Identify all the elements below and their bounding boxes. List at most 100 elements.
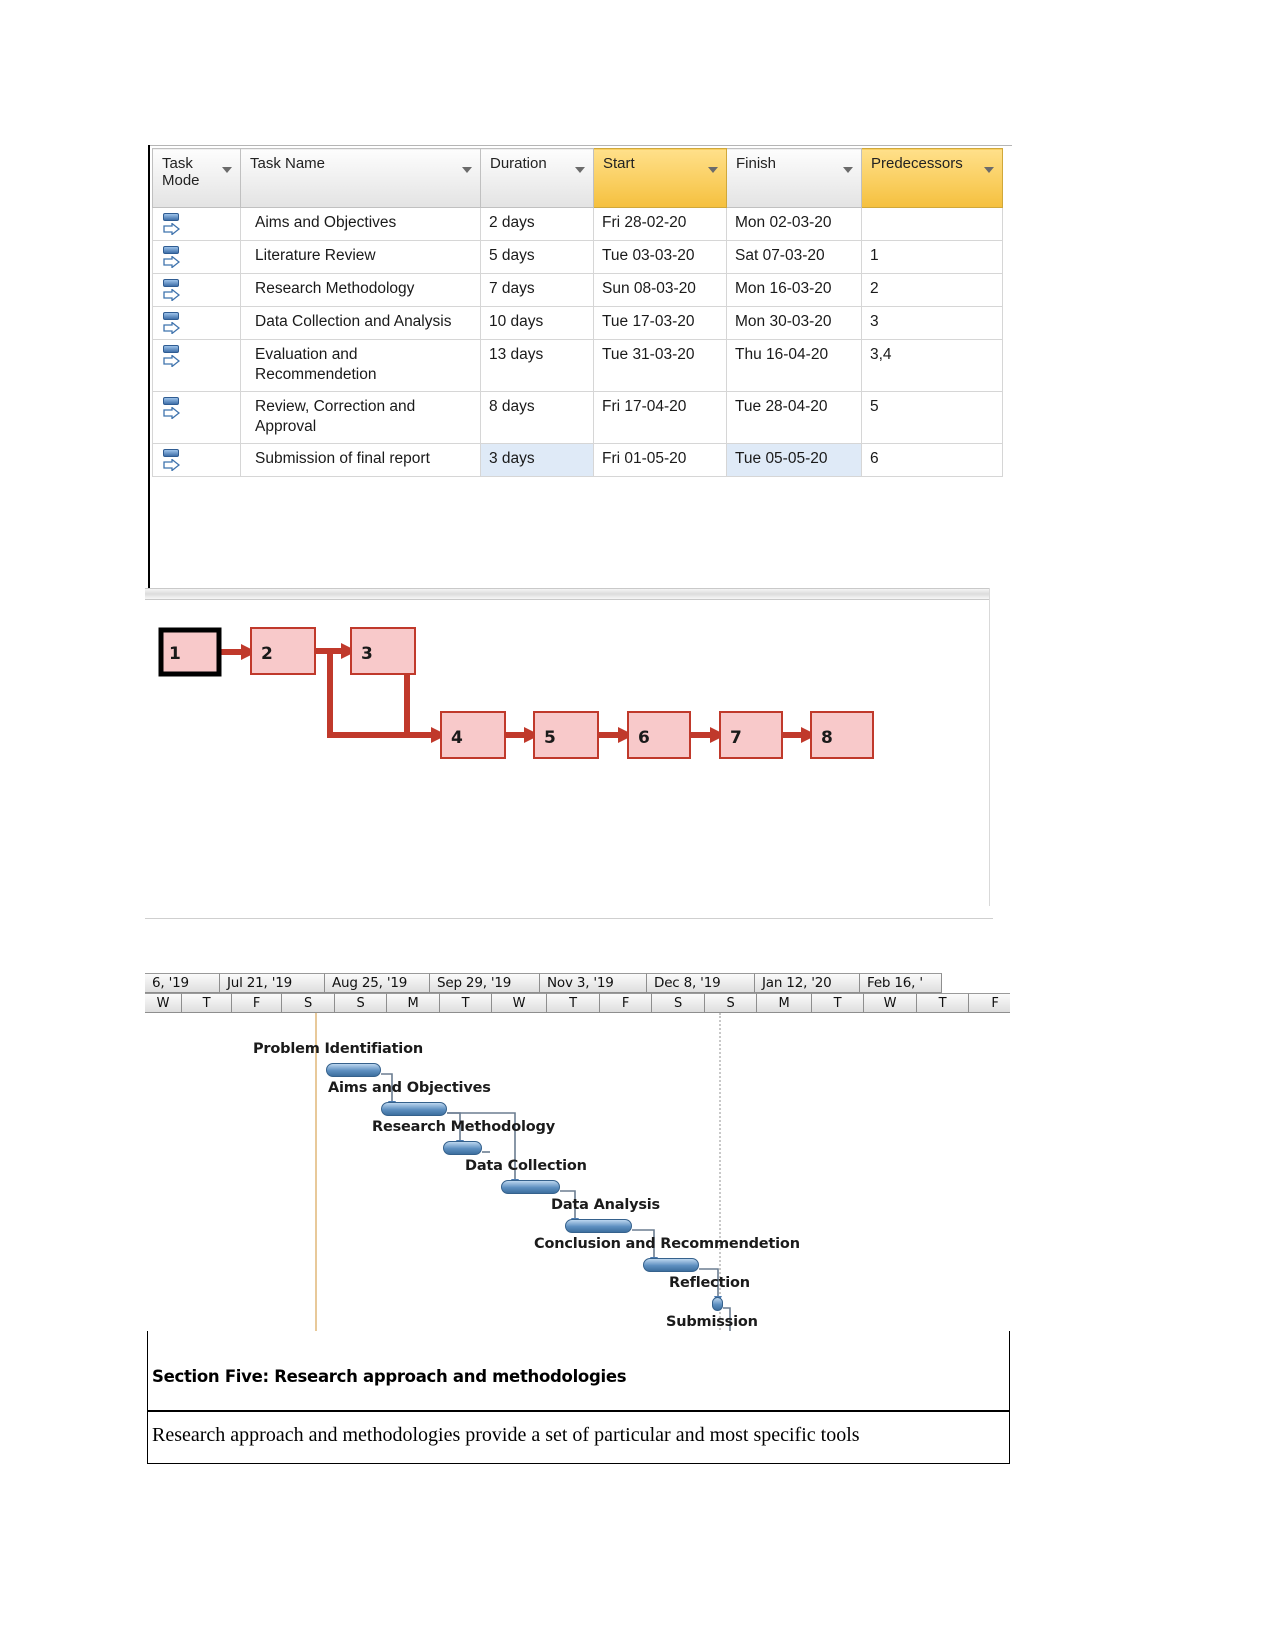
column-header-start[interactable]: Start <box>593 148 727 208</box>
task-mode-cell[interactable] <box>152 240 241 274</box>
column-header-label: Task Name <box>250 155 326 172</box>
chevron-down-icon[interactable] <box>843 167 853 173</box>
predecessors-cell[interactable]: 6 <box>861 442 1003 477</box>
finish-cell[interactable]: Tue 28-04-20 <box>726 390 862 444</box>
timeline-minor-cell: F <box>600 993 652 1013</box>
start-cell[interactable]: Tue 31-03-20 <box>593 339 727 392</box>
timeline-major-cell: Feb 16, ' <box>860 973 942 993</box>
table-row[interactable]: Aims and Objectives 2 days Fri 28-02-20 … <box>152 207 1003 241</box>
duration-cell[interactable]: 13 days <box>480 339 594 392</box>
table-row[interactable]: Literature Review 5 days Tue 03-03-20 Sa… <box>152 240 1003 274</box>
start-cell[interactable]: Fri 01-05-20 <box>593 442 727 477</box>
task-name-cell[interactable]: Research Methodology <box>240 273 481 307</box>
predecessors-cell[interactable]: 3 <box>861 306 1003 340</box>
node-label: 8 <box>821 728 833 748</box>
column-header-predecessors[interactable]: Predecessors <box>861 148 1003 208</box>
timeline-minor-cell: S <box>652 993 705 1013</box>
column-header-finish[interactable]: Finish <box>726 148 862 208</box>
start-cell[interactable]: Tue 17-03-20 <box>593 306 727 340</box>
node-label: 3 <box>361 644 373 664</box>
gantt-task-bar[interactable] <box>712 1297 723 1311</box>
chevron-down-icon[interactable] <box>222 167 232 173</box>
table-header-row: Task Mode Task Name Duration Start Finis… <box>152 148 1003 208</box>
gantt-task-bar[interactable] <box>381 1102 447 1116</box>
table-row[interactable]: Submission of final report 3 days Fri 01… <box>152 442 1003 477</box>
column-header-task-name[interactable]: Task Name <box>240 148 481 208</box>
duration-cell[interactable]: 7 days <box>480 273 594 307</box>
task-mode-cell[interactable] <box>152 442 241 477</box>
gantt-timeline-major-row: 6, '19 Jul 21, '19 Aug 25, '19 Sep 29, '… <box>145 973 942 993</box>
gantt-task-bar[interactable] <box>501 1180 560 1194</box>
start-cell[interactable]: Fri 28-02-20 <box>593 207 727 241</box>
finish-cell[interactable]: Mon 02-03-20 <box>726 207 862 241</box>
gantt-task-bar[interactable] <box>565 1219 632 1233</box>
duration-cell[interactable]: 10 days <box>480 306 594 340</box>
timeline-major-cell: Dec 8, '19 <box>647 973 755 993</box>
finish-cell[interactable]: Thu 16-04-20 <box>726 339 862 392</box>
table-row[interactable]: Data Collection and Analysis 10 days Tue… <box>152 306 1003 340</box>
predecessors-cell[interactable]: 2 <box>861 273 1003 307</box>
task-name-cell[interactable]: Aims and Objectives <box>240 207 481 241</box>
auto-schedule-icon <box>162 245 182 271</box>
column-header-label: Start <box>603 155 635 172</box>
gantt-task-label: Aims and Objectives <box>328 1080 491 1096</box>
finish-cell[interactable]: Mon 30-03-20 <box>726 306 862 340</box>
chevron-down-icon[interactable] <box>462 167 472 173</box>
column-header-label: Finish <box>736 155 777 172</box>
node-label: 4 <box>451 728 463 748</box>
gantt-task-bar[interactable] <box>443 1141 482 1155</box>
chevron-down-icon[interactable] <box>984 167 994 173</box>
start-cell[interactable]: Fri 17-04-20 <box>593 390 727 444</box>
auto-schedule-icon <box>162 212 182 238</box>
finish-cell[interactable]: Mon 16-03-20 <box>726 273 862 307</box>
paragraph-box: Research approach and methodologies prov… <box>147 1411 1010 1464</box>
table-row[interactable]: Research Methodology 7 days Sun 08-03-20… <box>152 273 1003 307</box>
gantt-task-label: Reflection <box>669 1275 750 1291</box>
table-row[interactable]: Review, Correction and Approval 8 days F… <box>152 390 1003 444</box>
chevron-down-icon[interactable] <box>575 167 585 173</box>
finish-cell[interactable]: Tue 05-05-20 <box>726 442 862 477</box>
document-page: Task Mode Task Name Duration Start Finis… <box>0 0 1275 1650</box>
node-label: 5 <box>544 728 556 748</box>
duration-cell[interactable]: 2 days <box>480 207 594 241</box>
duration-cell[interactable]: 8 days <box>480 390 594 444</box>
gantt-chart-area: Problem Identifiation Aims and Objective… <box>145 1013 1010 1338</box>
duration-cell[interactable]: 3 days <box>480 442 594 477</box>
predecessors-cell[interactable]: 1 <box>861 240 1003 274</box>
finish-cell[interactable]: Sat 07-03-20 <box>726 240 862 274</box>
predecessors-cell[interactable]: 5 <box>861 390 1003 444</box>
task-mode-cell[interactable] <box>152 306 241 340</box>
start-cell[interactable]: Tue 03-03-20 <box>593 240 727 274</box>
gantt-task-label: Conclusion and Recommendetion <box>534 1236 800 1252</box>
task-mode-cell[interactable] <box>152 339 241 392</box>
gantt-task-label: Data Collection <box>465 1158 587 1174</box>
task-mode-cell[interactable] <box>152 273 241 307</box>
task-mode-cell[interactable] <box>152 207 241 241</box>
gantt-task-label: Data Analysis <box>551 1197 660 1213</box>
task-name-cell[interactable]: Evaluation and Recommendetion <box>240 339 481 392</box>
table-row[interactable]: Evaluation and Recommendetion 13 days Tu… <box>152 339 1003 392</box>
column-header-task-mode[interactable]: Task Mode <box>152 148 241 208</box>
network-node-1: 1 <box>158 627 222 677</box>
node-label: 2 <box>261 644 273 664</box>
task-name-cell[interactable]: Submission of final report <box>240 442 481 477</box>
network-diagram: 1 2 3 4 5 6 7 8 <box>158 627 874 759</box>
task-name-cell[interactable]: Literature Review <box>240 240 481 274</box>
predecessors-cell[interactable] <box>861 207 1003 241</box>
body-paragraph: Research approach and methodologies prov… <box>152 1424 860 1446</box>
node-label: 6 <box>638 728 650 748</box>
task-name-cell[interactable]: Data Collection and Analysis <box>240 306 481 340</box>
gantt-task-bar[interactable] <box>326 1063 381 1077</box>
task-name-cell[interactable]: Review, Correction and Approval <box>240 390 481 444</box>
timeline-minor-cell: S <box>282 993 335 1013</box>
timeline-minor-cell: S <box>335 993 387 1013</box>
start-cell[interactable]: Sun 08-03-20 <box>593 273 727 307</box>
gantt-task-bar[interactable] <box>643 1258 699 1272</box>
duration-cell[interactable]: 5 days <box>480 240 594 274</box>
chevron-down-icon[interactable] <box>708 167 718 173</box>
predecessors-cell[interactable]: 3,4 <box>861 339 1003 392</box>
project-task-table: Task Mode Task Name Duration Start Finis… <box>152 148 1003 477</box>
column-header-duration[interactable]: Duration <box>480 148 594 208</box>
network-node-4: 4 <box>440 711 506 759</box>
task-mode-cell[interactable] <box>152 390 241 444</box>
